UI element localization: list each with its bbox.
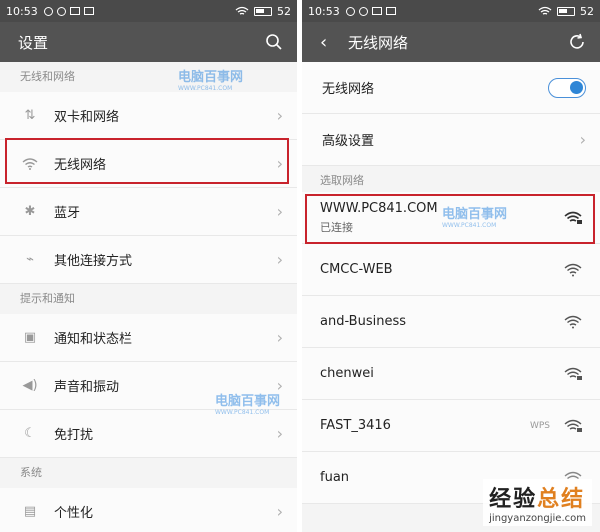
network-item[interactable]: chenwei xyxy=(302,348,600,400)
settings-item-notifications[interactable]: ▣ 通知和状态栏 › xyxy=(0,314,297,362)
notification-bar-icon: ▣ xyxy=(23,330,37,345)
settings-item-label: 无线网络 xyxy=(54,158,107,173)
wifi-signal-icon xyxy=(564,263,582,276)
brand-text-a: 经验 xyxy=(489,487,538,512)
image-notification-icon xyxy=(69,7,80,15)
wlan-toggle-row[interactable]: 无线网络 xyxy=(302,62,600,114)
wifi-signal-locked-icon xyxy=(564,367,582,380)
network-name: and-Business xyxy=(320,314,407,329)
watermark: 电脑百事网 WWW.PC841.COM xyxy=(178,70,244,92)
chevron-right-icon: › xyxy=(276,202,283,221)
settings-item-wlan[interactable]: 无线网络 › xyxy=(0,140,297,188)
status-bar: 10:53 52 xyxy=(0,0,297,22)
wifi-status-icon xyxy=(235,6,249,15)
moon-icon: ☾ xyxy=(24,426,36,441)
brand-text-b: 总结 xyxy=(537,487,586,512)
advanced-settings-row[interactable]: 高级设置 › xyxy=(302,114,600,166)
chevron-right-icon: › xyxy=(276,106,283,125)
battery-level: 52 xyxy=(277,4,291,18)
status-time: 10:53 xyxy=(6,4,38,18)
settings-item-label: 双卡和网络 xyxy=(54,110,120,125)
battery-level: 52 xyxy=(580,4,594,18)
chevron-right-icon: › xyxy=(276,250,283,269)
section-header: 系统 xyxy=(0,458,297,488)
page-title: 无线网络 xyxy=(348,33,409,52)
network-item[interactable]: CMCC-WEB xyxy=(302,244,600,296)
settings-item-other-connections[interactable]: ⌁ 其他连接方式 › xyxy=(0,236,297,284)
personalize-icon: ▤ xyxy=(23,504,37,519)
settings-item-label: 免打扰 xyxy=(54,428,94,443)
page-title: 设置 xyxy=(18,33,49,52)
settings-item-do-not-disturb[interactable]: ☾ 免打扰 › xyxy=(0,410,297,458)
wifi-signal-locked-icon xyxy=(564,419,582,432)
notification-icon xyxy=(56,6,66,16)
wifi-signal-locked-icon xyxy=(564,211,582,224)
image-notification-icon xyxy=(385,7,396,15)
network-name: FAST_3416 xyxy=(320,418,391,433)
battery-icon xyxy=(557,6,575,16)
chevron-right-icon: › xyxy=(579,130,586,149)
watermark: 电脑百事网 WWW.PC841.COM xyxy=(215,394,281,416)
chevron-right-icon: › xyxy=(276,154,283,173)
wifi-icon xyxy=(20,157,40,170)
battery-icon xyxy=(254,6,272,16)
settings-item-label: 其他连接方式 xyxy=(54,254,133,269)
section-header: 提示和通知 xyxy=(0,284,297,314)
wlan-toggle-switch[interactable] xyxy=(548,77,586,98)
network-name: chenwei xyxy=(320,366,374,381)
settings-item-personalize[interactable]: ▤ 个性化 › xyxy=(0,488,297,532)
network-item[interactable]: FAST_3416 WPS xyxy=(302,400,600,452)
settings-item-label: 个性化 xyxy=(54,506,94,521)
wlan-screen: 10:53 52 ‹ 无线网络 无线网络 高级设置 › 选取网络 WWW.PC8… xyxy=(302,0,600,532)
settings-item-label: 通知和状态栏 xyxy=(54,332,133,347)
settings-item-bluetooth[interactable]: ✱ 蓝牙 › xyxy=(0,188,297,236)
wifi-signal-icon xyxy=(564,315,582,328)
wlan-topbar: ‹ 无线网络 xyxy=(302,22,600,62)
section-header: 无线和网络 xyxy=(0,62,297,92)
wps-badge: WPS xyxy=(529,420,550,431)
notification-icon xyxy=(43,6,53,16)
wlan-toggle-label: 无线网络 xyxy=(322,82,375,97)
back-arrow-icon[interactable]: ‹ xyxy=(320,32,342,53)
section-header: 选取网络 xyxy=(302,166,600,192)
notification-icon xyxy=(358,6,368,16)
speaker-icon: ◀) xyxy=(22,378,38,393)
settings-topbar: 设置 xyxy=(0,22,297,62)
chevron-right-icon: › xyxy=(276,424,283,443)
search-icon[interactable] xyxy=(265,33,283,51)
refresh-icon[interactable] xyxy=(568,33,586,51)
chevron-right-icon: › xyxy=(276,328,283,347)
watermark: 电脑百事网 WWW.PC841.COM xyxy=(442,207,508,229)
notification-icon xyxy=(345,6,355,16)
link-icon: ⌁ xyxy=(26,252,34,267)
settings-screen: 10:53 52 设置 无线和网络 ⇅ 双卡和网络 › 无线网络 › ✱ 蓝牙 … xyxy=(0,0,297,532)
wifi-status-icon xyxy=(538,6,552,15)
bluetooth-icon: ✱ xyxy=(24,204,36,219)
brand-url: jingyanzongjie.com xyxy=(489,513,586,524)
dual-sim-icon: ⇅ xyxy=(24,108,36,123)
network-item[interactable]: and-Business xyxy=(302,296,600,348)
settings-item-dual-sim[interactable]: ⇅ 双卡和网络 › xyxy=(0,92,297,140)
chevron-right-icon: › xyxy=(276,502,283,521)
advanced-settings-label: 高级设置 xyxy=(322,134,375,149)
settings-item-label: 蓝牙 xyxy=(54,206,81,221)
brand-watermark: 经验总结 jingyanzongjie.com xyxy=(483,479,592,526)
image-notification-icon xyxy=(83,7,94,15)
image-notification-icon xyxy=(371,7,382,15)
network-name: CMCC-WEB xyxy=(320,262,393,277)
status-time: 10:53 xyxy=(308,4,340,18)
status-bar: 10:53 52 xyxy=(302,0,600,22)
